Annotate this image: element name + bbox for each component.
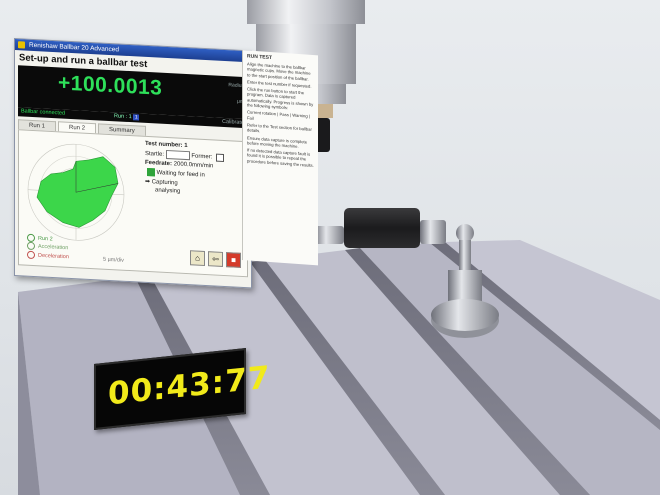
feedrate-label: Feedrate: [145,159,173,168]
calibrate-link[interactable]: Calibrate [222,118,244,128]
connection-status: Ballbar connected [21,108,66,117]
ballbar-software-window: Renishaw Ballbar 20 Advanced Set-up and … [14,38,252,289]
run-panel: Test number: 1 Startle: Former: Feedrate… [18,129,248,278]
run-spinner[interactable]: 1 [133,113,140,121]
help-paragraph: If no detected data capture fault is fou… [247,147,314,168]
start-label: Startle: [145,150,165,158]
panel-buttons: ⌂ ⇦ ■ [190,250,241,268]
feedrate-value: 2000.0mm/min [173,161,214,170]
ballbar-end-cap [314,226,344,244]
scene: Renishaw Ballbar 20 Advanced Set-up and … [0,0,660,495]
test-info: Test number: 1 Startle: Former: Feedrate… [145,141,225,199]
stop-button[interactable]: ■ [226,252,241,268]
home-button[interactable]: ⌂ [190,250,205,267]
timer-value: 00:43:77 [108,359,271,413]
polar-plot [27,143,125,241]
legend-deceleration: Deceleration [38,252,69,260]
former-label: Former: [191,153,213,161]
back-button[interactable]: ⇦ [208,251,223,267]
home-icon: ⌂ [195,253,200,263]
spindle-head [247,0,365,24]
run-indicator: Run : 1 1 [114,112,140,122]
ballbar-body [344,208,420,248]
pivot-base [431,299,499,331]
capturing-status: Capturing [151,179,178,187]
start-field[interactable] [165,149,190,161]
help-paragraph: Align the machine to the ballbar magneti… [247,61,311,82]
arrow-right-icon: ➡ [145,178,151,186]
run-label: Run : 1 [114,113,132,121]
app-icon [18,41,25,49]
plot-legend: Run 2 Acceleration Deceleration [27,233,69,261]
analysing-status: analysing [155,187,181,195]
arrow-left-icon: ⇦ [212,254,219,264]
help-pane: RUN TEST Align the machine to the ballba… [242,50,318,266]
waiting-status: Waiting for feed in [156,170,205,179]
acceleration-icon [27,241,35,251]
waiting-check-icon [147,167,155,177]
pivot-post [459,240,471,270]
legend-run: Run 2 [38,235,53,243]
plot-scale: 5 µm/div [103,256,124,264]
run-icon [27,233,35,242]
legend-acceleration: Acceleration [38,243,69,252]
stop-icon: ■ [231,255,236,265]
help-paragraph: Click the run button to start the progra… [247,86,314,111]
reading-value: +100.0013 [58,71,163,100]
plot-trace [36,156,119,228]
centre-ball [456,224,474,242]
former-checkbox[interactable] [216,153,225,162]
deceleration-icon [27,250,35,259]
ballbar-end-cap [420,220,446,244]
